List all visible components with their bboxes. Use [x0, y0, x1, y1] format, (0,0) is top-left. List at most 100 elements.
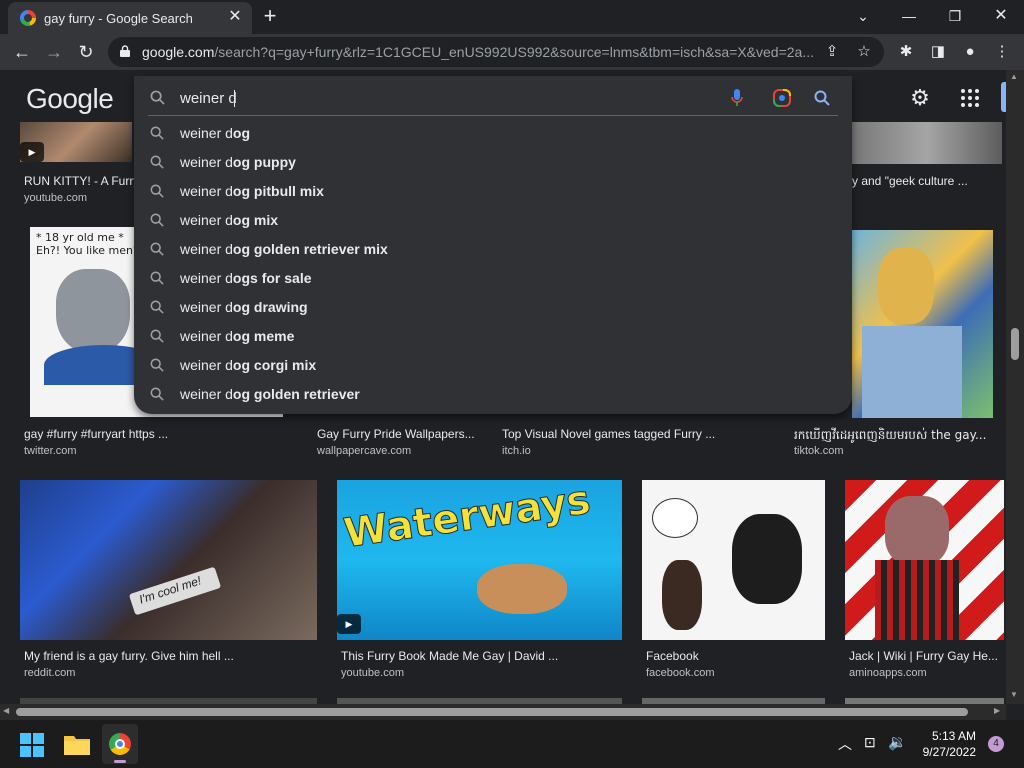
suggestion-text: weiner dog puppy	[180, 154, 296, 170]
volume-icon[interactable]: 🔉	[888, 733, 907, 751]
result-image-waterways[interactable]: Waterways ▶	[337, 480, 622, 640]
bookmark-star-icon[interactable]: ☆	[852, 40, 876, 64]
suggestion-item[interactable]: weiner dog meme	[134, 322, 852, 351]
taskbar-time[interactable]: 5:13 AM	[932, 729, 976, 743]
share-icon[interactable]: ⇪	[820, 40, 844, 64]
suggestion-text: weiner dog corgi mix	[180, 357, 317, 373]
google-apps-grid-icon[interactable]	[960, 88, 980, 108]
result-source[interactable]: tiktok.com	[794, 445, 844, 457]
search-icon	[150, 329, 164, 343]
browser-toolbar: ← → ↻ google.com/search?q=gay+furry&rlz=…	[0, 34, 1024, 70]
search-icon	[150, 242, 164, 256]
result-image-comic-tiger[interactable]	[642, 480, 825, 640]
address-bar[interactable]: google.com/search?q=gay+furry&rlz=1C1GCE…	[108, 37, 884, 67]
result-caption[interactable]: gay #furry #furryart https ...	[24, 427, 304, 441]
search-icon	[150, 184, 164, 198]
profile-avatar-icon[interactable]: ●	[958, 40, 982, 64]
forward-button[interactable]: →	[42, 40, 66, 64]
waterways-title: Waterways	[341, 480, 594, 558]
close-window-button[interactable]: ✕	[986, 4, 1016, 28]
vertical-scrollbar-thumb[interactable]	[1011, 328, 1019, 360]
side-panel-icon[interactable]: ◨	[926, 40, 950, 64]
search-box[interactable]: weiner d	[134, 80, 852, 116]
horizontal-scrollbar-thumb[interactable]	[16, 708, 968, 716]
search-icon	[150, 387, 164, 401]
show-hidden-icons-chevron-icon[interactable]: ︿	[838, 734, 852, 754]
suggestion-text: weiner dog pitbull mix	[180, 183, 324, 199]
scroll-up-arrow-icon[interactable]: ▲	[1010, 72, 1018, 81]
reload-button[interactable]: ↻	[74, 40, 98, 64]
result-source[interactable]: itch.io	[502, 445, 531, 457]
search-input[interactable]: weiner d	[180, 90, 237, 107]
search-icon	[150, 271, 164, 285]
search-icon	[150, 300, 164, 314]
result-source[interactable]: facebook.com	[646, 667, 714, 679]
vertical-scrollbar[interactable]: ▲ ▼	[1006, 70, 1024, 704]
result-source[interactable]: twitter.com	[24, 445, 77, 457]
microphone-icon[interactable]	[730, 88, 744, 108]
suggestion-item[interactable]: weiner dog puppy	[134, 148, 852, 177]
suggestion-item[interactable]: weiner dogs for sale	[134, 264, 852, 293]
result-caption[interactable]: My friend is a gay furry. Give him hell …	[24, 649, 314, 663]
result-caption[interactable]: Gay Furry Pride Wallpapers...	[317, 427, 493, 441]
new-tab-button[interactable]: +	[260, 5, 280, 27]
result-source[interactable]: youtube.com	[341, 667, 404, 679]
result-source[interactable]: youtube.com	[24, 192, 87, 204]
google-lens-icon[interactable]	[772, 88, 792, 108]
result-image[interactable]	[852, 122, 1002, 164]
horizontal-scrollbar[interactable]: ◀ ▶	[0, 704, 1006, 720]
taskbar-date[interactable]: 9/27/2022	[923, 745, 976, 759]
result-image[interactable]: ▶	[20, 122, 132, 162]
tab-title: gay furry - Google Search	[44, 11, 193, 26]
result-caption[interactable]: រកឃើញវីដេអូពេញនិយមរបស់ the gay...	[794, 427, 1002, 445]
result-caption[interactable]: Jack | Wiki | Furry Gay He...	[849, 649, 1001, 663]
result-caption[interactable]: Facebook	[646, 649, 826, 663]
result-caption[interactable]: y and "geek culture ...	[852, 174, 1002, 188]
suggestion-text: weiner dog golden retriever	[180, 386, 360, 402]
suggestion-item[interactable]: weiner dog golden retriever	[134, 380, 852, 409]
result-caption[interactable]: Top Visual Novel games tagged Furry ...	[502, 427, 742, 441]
google-favicon-icon	[20, 10, 36, 26]
google-logo[interactable]: Google	[26, 83, 114, 115]
search-submit-icon[interactable]	[814, 90, 830, 106]
suggestion-item[interactable]: weiner dog mix	[134, 206, 852, 235]
settings-gear-icon[interactable]: ⚙	[906, 85, 934, 113]
chrome-taskbar-button[interactable]	[102, 724, 138, 764]
minimize-button[interactable]: —	[894, 4, 924, 28]
suggestion-text: weiner dog mix	[180, 212, 279, 228]
result-source[interactable]: aminoapps.com	[849, 667, 927, 679]
scroll-right-arrow-icon[interactable]: ▶	[994, 706, 1000, 715]
suggestion-item[interactable]: weiner dog	[134, 119, 852, 148]
search-icon	[150, 126, 164, 140]
file-explorer-icon[interactable]	[64, 733, 90, 755]
notification-badge[interactable]: 4	[988, 736, 1004, 752]
scroll-left-arrow-icon[interactable]: ◀	[3, 706, 9, 715]
result-caption[interactable]: This Furry Book Made Me Gay | David ...	[341, 649, 621, 663]
extensions-puzzle-icon[interactable]: ✱	[894, 40, 918, 64]
text-cursor	[234, 90, 235, 107]
result-source[interactable]: reddit.com	[24, 667, 75, 679]
suggestion-item[interactable]: weiner dog golden retriever mix	[134, 235, 852, 264]
tab-google-search[interactable]: gay furry - Google Search ✕	[8, 2, 252, 34]
tab-search-chevron-icon[interactable]: ⌄	[848, 4, 878, 28]
result-caption[interactable]: RUN KITTY! - A Furry ...	[24, 174, 134, 188]
suggestion-text: weiner dog golden retriever mix	[180, 241, 388, 257]
suggestion-item[interactable]: weiner dog drawing	[134, 293, 852, 322]
suggestion-item[interactable]: weiner dog pitbull mix	[134, 177, 852, 206]
scroll-down-arrow-icon[interactable]: ▼	[1010, 690, 1018, 699]
result-image-fursuit[interactable]: I'm cool me!	[20, 480, 317, 640]
network-icon[interactable]: ⊡	[864, 734, 876, 751]
play-icon: ▶	[337, 614, 361, 634]
back-button[interactable]: ←	[10, 40, 34, 64]
comic-text: * 18 yr old me * Eh?! You like men?!	[36, 231, 144, 257]
tab-close-icon[interactable]: ✕	[226, 8, 244, 26]
result-image-jack[interactable]	[845, 480, 1004, 640]
result-source[interactable]: wallpapercave.com	[317, 445, 411, 457]
title-bar: gay furry - Google Search ✕ + ⌄ — ❐ ✕	[0, 0, 1024, 34]
restore-button[interactable]: ❐	[940, 4, 970, 28]
chrome-menu-icon[interactable]: ⋮	[990, 40, 1014, 64]
suggestion-item[interactable]: weiner dog corgi mix	[134, 351, 852, 380]
windows-start-icon[interactable]	[20, 733, 44, 757]
result-image-fox-flag[interactable]	[852, 230, 993, 418]
search-divider	[148, 115, 838, 116]
